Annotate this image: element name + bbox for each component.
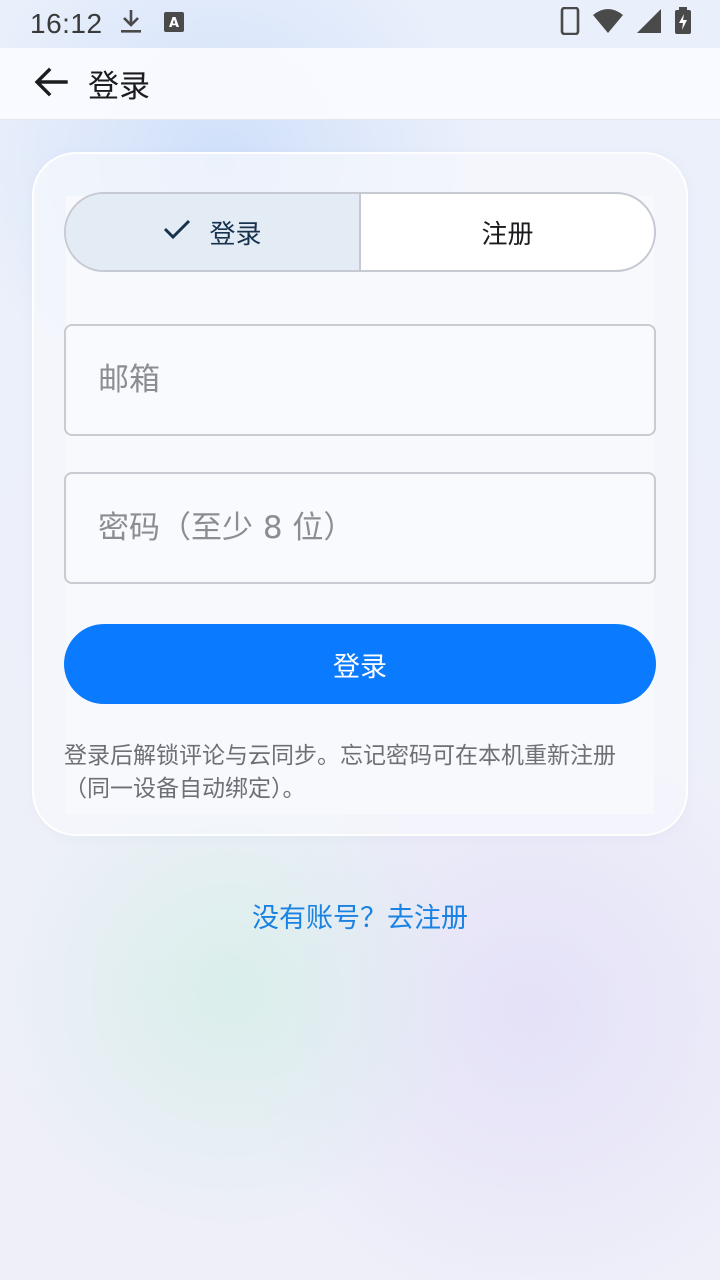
check-icon [163, 217, 191, 247]
status-bar: 16:12 A [0, 0, 720, 48]
keyboard-a-icon: A [163, 9, 185, 40]
arrow-left-icon [34, 67, 68, 101]
status-time: 16:12 [30, 8, 103, 39]
login-submit-button[interactable]: 登录 [64, 624, 656, 704]
email-field-container [64, 324, 656, 436]
page-title: 登录 [88, 69, 150, 105]
download-icon [119, 8, 143, 41]
wifi-icon [592, 8, 624, 41]
auth-mode-tabs: 登录 注册 [64, 192, 656, 272]
signal-icon [636, 8, 662, 41]
tab-register[interactable]: 注册 [361, 194, 654, 270]
tab-login-label: 登录 [209, 219, 262, 250]
password-field[interactable] [66, 474, 654, 582]
login-hint-text: 登录后解锁评论与云同步。忘记密码可在本机重新注册（同一设备自动绑定）。 [64, 743, 616, 802]
tab-login[interactable]: 登录 [66, 194, 361, 270]
go-register-link[interactable]: 没有账号？去注册 [0, 896, 720, 935]
email-field[interactable] [66, 326, 654, 434]
phone-icon [560, 6, 580, 42]
password-field-container [64, 472, 656, 584]
tab-register-label: 注册 [481, 219, 534, 250]
app-bar: 登录 [0, 48, 720, 120]
battery-charging-icon [674, 6, 692, 42]
svg-text:A: A [169, 16, 179, 31]
